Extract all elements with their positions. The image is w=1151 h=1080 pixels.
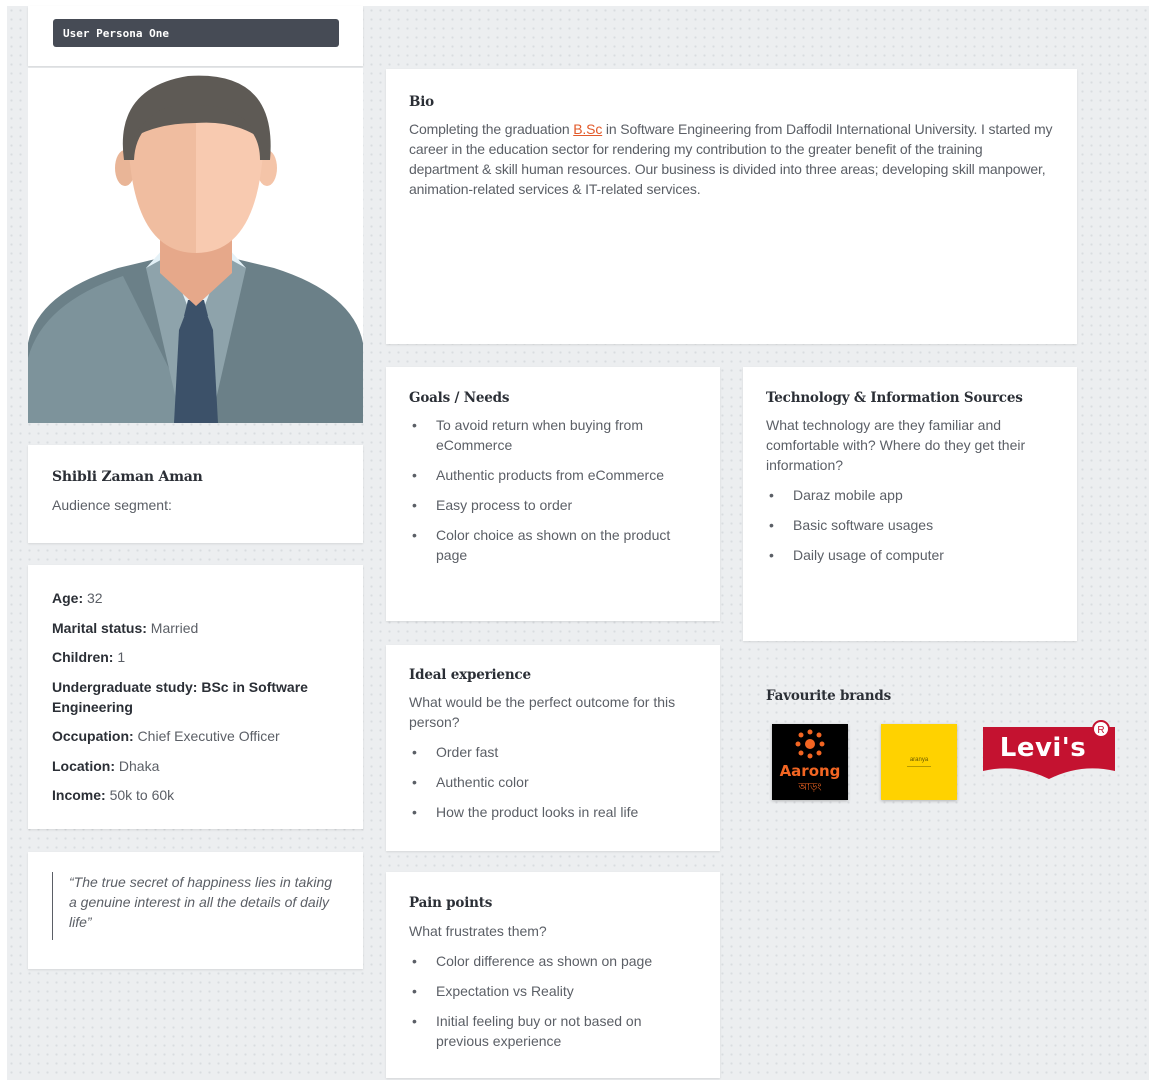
- bsc-link[interactable]: B.Sc: [573, 121, 602, 137]
- list-item: Authentic color: [409, 772, 697, 792]
- quote-block: “The true secret of happiness lies in ta…: [52, 872, 339, 940]
- marital-value: Married: [146, 619, 199, 636]
- children-line: Children: 1: [52, 647, 339, 667]
- children-value: 1: [113, 649, 126, 665]
- bio-title: Bio: [409, 94, 434, 110]
- children-label: Children:: [52, 649, 114, 665]
- age-line: Age: 32: [52, 588, 339, 608]
- income-value: 50k to 60k: [105, 787, 175, 803]
- location-value: Dhaka: [115, 757, 160, 774]
- persona-name: Shibli Zaman Aman: [52, 469, 203, 485]
- list-item: Daraz mobile app: [766, 485, 1054, 505]
- favourite-brands-title: Favourite brands: [766, 688, 891, 704]
- age-label: Age:: [52, 590, 84, 606]
- list-item: Easy process to order: [409, 495, 697, 515]
- pain-points-card: Pain points What frustrates them? Color …: [386, 872, 720, 1078]
- list-item: Daily usage of computer: [766, 545, 1054, 565]
- technology-list: Daraz mobile app Basic software usages D…: [766, 485, 1054, 565]
- levis-logo: R Levi's: [981, 719, 1117, 781]
- aranya-logo-text: aranya: [909, 757, 929, 763]
- bio-text-start: Completing the graduation: [409, 121, 574, 137]
- list-item: How the product looks in real life: [409, 802, 697, 822]
- bio-card: Bio Completing the graduation B.Sc in So…: [386, 69, 1077, 344]
- undergrad-label: Undergraduate study: BSc in Software Eng…: [52, 678, 308, 715]
- marital-line: Marital status: Married: [52, 618, 339, 638]
- goals-card: Goals / Needs To avoid return when buyin…: [386, 367, 720, 621]
- bio-text: Completing the graduation B.Sc in Softwa…: [409, 119, 1054, 199]
- aarong-logo-subtext: আড়ং: [798, 782, 822, 793]
- income-line: Income: 50k to 60k: [52, 785, 339, 805]
- quote-card: “The true secret of happiness lies in ta…: [28, 852, 363, 969]
- aarong-logo-text: Aarong: [779, 762, 841, 780]
- quote-text: “The true secret of happiness lies in ta…: [69, 874, 333, 930]
- ideal-experience-card: Ideal experience What would be the perfe…: [386, 645, 720, 851]
- levis-logo-text: Levi's: [999, 733, 1087, 763]
- persona-title-badge: User Persona One: [53, 19, 339, 47]
- location-label: Location:: [52, 757, 115, 774]
- undergrad-line: Undergraduate study: BSc in Software Eng…: [52, 677, 339, 717]
- ideal-experience-list: Order fast Authentic color How the produ…: [409, 742, 697, 822]
- goals-list: To avoid return when buying from eCommer…: [409, 415, 697, 565]
- aranya-logo-underline: [907, 766, 931, 767]
- list-item: Color difference as shown on page: [409, 951, 697, 971]
- pain-points-list: Color difference as shown on page Expect…: [409, 951, 697, 1051]
- list-item: Initial feeling buy or not based on prev…: [409, 1011, 697, 1051]
- ideal-experience-intro: What would be the perfect outcome for th…: [409, 694, 676, 730]
- income-label: Income:: [52, 787, 106, 803]
- goals-title: Goals / Needs: [409, 390, 510, 406]
- audience-segment-label: Audience segment:: [52, 497, 172, 513]
- aranya-logo: aranya: [881, 724, 957, 800]
- ideal-experience-title: Ideal experience: [409, 667, 531, 683]
- age-value: 32: [83, 590, 103, 606]
- aarong-logo: Aarong আড়ং: [772, 724, 848, 800]
- list-item: Color choice as shown on the product pag…: [409, 525, 697, 565]
- list-item: Authentic products from eCommerce: [409, 465, 697, 485]
- list-item: Basic software usages: [766, 515, 1054, 535]
- list-item: Expectation vs Reality: [409, 981, 697, 1001]
- technology-intro: What technology are they familiar and co…: [766, 417, 1026, 473]
- location-line: Location: Dhaka: [52, 756, 339, 776]
- list-item: To avoid return when buying from eCommer…: [409, 415, 697, 455]
- technology-title: Technology & Information Sources: [766, 390, 1023, 406]
- pain-points-intro: What frustrates them?: [409, 923, 547, 939]
- pain-points-title: Pain points: [409, 895, 493, 911]
- occupation-label: Occupation:: [52, 728, 134, 744]
- persona-details-card: Age: 32 Marital status: Married Children…: [28, 565, 363, 829]
- marital-label: Marital status:: [52, 619, 147, 636]
- technology-card: Technology & Information Sources What te…: [743, 367, 1077, 641]
- persona-name-card: Shibli Zaman Aman Audience segment:: [28, 445, 363, 543]
- list-item: Order fast: [409, 742, 697, 762]
- avatar-card: [28, 68, 363, 423]
- occupation-value: Chief Executive Officer: [133, 728, 280, 744]
- occupation-line: Occupation: Chief Executive Officer: [52, 726, 339, 746]
- persona-avatar-illustration: [28, 75, 363, 423]
